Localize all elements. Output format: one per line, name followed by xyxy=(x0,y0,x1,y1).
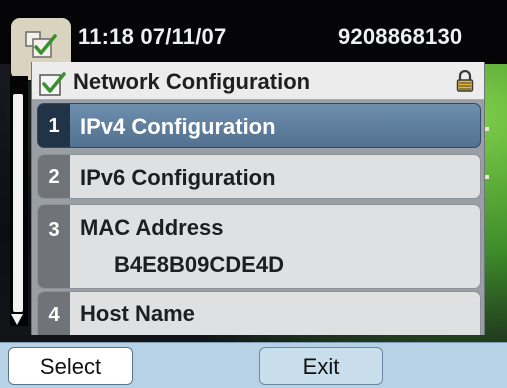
mac-address-value: B4E8B09CDE4D xyxy=(114,252,284,277)
background-sparkle xyxy=(485,127,489,131)
softkey-bar: Select Exit xyxy=(0,342,507,388)
item-number: 1 xyxy=(38,104,70,147)
item-number: 3 xyxy=(38,205,70,288)
exit-softkey[interactable]: Exit xyxy=(259,347,383,385)
lock-icon xyxy=(456,70,474,92)
panel-header: Network Configuration xyxy=(32,62,484,100)
item-label: IPv4 Configuration xyxy=(80,114,276,139)
item-label: Host Name xyxy=(80,301,195,326)
phone-number-display: 9208868130 xyxy=(338,24,463,49)
phone-screen: 11:18 07/11/07 9208868130 Network Config… xyxy=(0,0,507,388)
scrollbar-thumb[interactable] xyxy=(13,94,23,312)
select-softkey[interactable]: Select xyxy=(8,347,133,385)
item-number: 2 xyxy=(38,155,70,198)
item-label: IPv6 Configuration xyxy=(80,165,276,190)
background-sparkle xyxy=(485,175,489,179)
menu-item-mac-address[interactable]: 3 MAC Address B4E8B09CDE4D xyxy=(37,204,481,289)
menu-item-ipv4-configuration[interactable]: 1 IPv4 Configuration xyxy=(37,103,481,148)
item-number: 4 xyxy=(38,292,70,335)
scroll-down-arrow-icon[interactable] xyxy=(11,314,23,325)
time-date-display: 11:18 07/11/07 xyxy=(78,24,227,49)
menu-item-host-name[interactable]: 4 Host Name xyxy=(37,291,481,335)
item-label: MAC Address xyxy=(80,215,224,240)
checkbox-icon xyxy=(39,72,66,96)
panel-title: Network Configuration xyxy=(73,69,311,94)
menu-item-ipv6-configuration[interactable]: 2 IPv6 Configuration xyxy=(37,154,481,199)
status-bar: 11:18 07/11/07 9208868130 xyxy=(0,0,507,64)
network-configuration-panel: Network Configuration 1 IPv4 Configurati… xyxy=(31,62,485,335)
checkbox-settings-icon xyxy=(25,31,57,58)
